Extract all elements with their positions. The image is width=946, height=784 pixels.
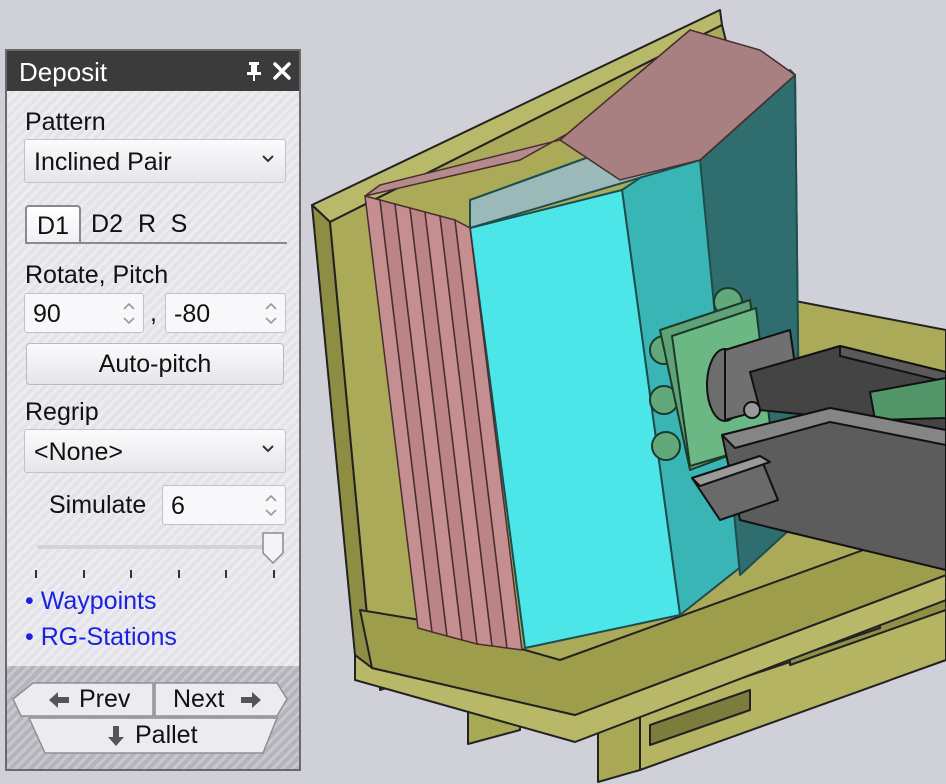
tab-d2-label: D2	[91, 210, 123, 238]
slider-tick	[225, 570, 228, 578]
next-button[interactable]: Next	[155, 683, 285, 716]
pallet-label: Pallet	[135, 721, 198, 749]
rotate-value: 90	[33, 300, 61, 328]
pattern-value: Inclined Pair	[34, 148, 172, 176]
regrip-select[interactable]: <None>	[24, 429, 286, 473]
pallet-button[interactable]: Pallet	[45, 718, 263, 753]
simulate-input[interactable]: 6	[162, 485, 286, 525]
tab-r-label: R	[137, 210, 157, 238]
tab-r[interactable]: R	[135, 205, 159, 243]
slider-tick	[177, 570, 180, 578]
simulate-slider-thumb[interactable]	[261, 531, 285, 565]
regrip-value: <None>	[34, 438, 123, 466]
pin-icon[interactable]	[243, 60, 265, 82]
chevron-down-icon	[262, 445, 274, 453]
nav-area: Prev Next Pallet	[7, 666, 299, 769]
deposit-panel: Deposit Pattern Inclined Pair D1 D2 R S	[5, 49, 301, 771]
simulate-value: 6	[171, 492, 185, 520]
regrip-label: Regrip	[25, 398, 99, 426]
pattern-label: Pattern	[25, 108, 106, 136]
close-icon[interactable]	[271, 60, 293, 82]
spin-up-icon[interactable]	[265, 302, 277, 310]
rotate-pitch-label: Rotate, Pitch	[25, 261, 169, 289]
pitch-input[interactable]: -80	[165, 293, 286, 333]
slider-tick	[35, 570, 37, 578]
spin-down-icon[interactable]	[265, 317, 277, 325]
next-label: Next	[173, 685, 225, 713]
tab-d1[interactable]: D1	[25, 205, 81, 243]
spin-down-icon[interactable]	[123, 317, 135, 325]
prev-button[interactable]: Prev	[21, 683, 153, 716]
panel-title-bar: Deposit	[7, 51, 299, 91]
auto-pitch-button[interactable]: Auto-pitch	[26, 343, 284, 385]
tab-s-label: S	[170, 210, 188, 238]
waypoints-link[interactable]: • Waypoints	[25, 587, 156, 616]
rotate-pitch-separator: ,	[150, 299, 157, 327]
panel-title: Deposit	[19, 57, 108, 87]
chevron-down-icon	[262, 155, 274, 163]
tab-d2[interactable]: D2	[85, 205, 129, 243]
slider-tick	[130, 570, 133, 578]
tab-strip: D1 D2 R S	[25, 205, 287, 245]
slider-tick	[273, 570, 275, 578]
arrow-right-icon	[241, 692, 261, 708]
tab-d1-label: D1	[37, 212, 69, 240]
tab-s[interactable]: S	[167, 205, 191, 243]
arrow-down-icon	[108, 726, 124, 746]
pitch-value: -80	[174, 300, 211, 328]
spin-down-icon[interactable]	[265, 509, 277, 517]
spin-up-icon[interactable]	[123, 302, 135, 310]
tab-strip-divider	[25, 242, 287, 244]
arrow-left-icon	[49, 692, 69, 708]
prev-label: Prev	[79, 685, 131, 713]
spin-up-icon[interactable]	[265, 494, 277, 502]
simulate-slider-track[interactable]	[37, 545, 271, 549]
rg-stations-link[interactable]: • RG-Stations	[25, 623, 177, 652]
auto-pitch-label: Auto-pitch	[98, 350, 212, 378]
simulate-label: Simulate	[49, 491, 147, 519]
pattern-select[interactable]: Inclined Pair	[24, 139, 286, 183]
rotate-input[interactable]: 90	[24, 293, 144, 333]
slider-tick	[82, 570, 85, 578]
